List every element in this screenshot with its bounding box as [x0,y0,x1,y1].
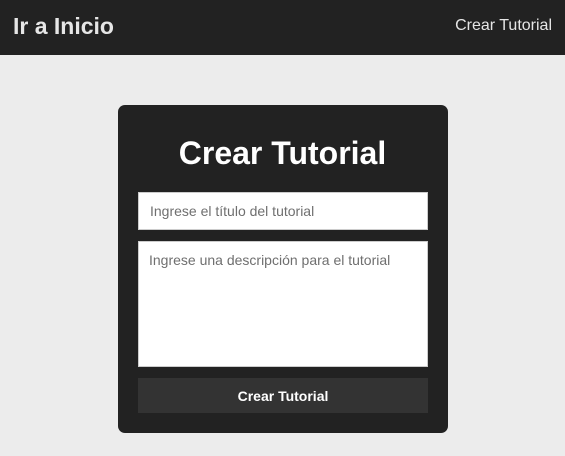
tutorial-title-input[interactable] [138,192,428,230]
tutorial-description-textarea[interactable] [138,241,428,367]
create-tutorial-nav-link[interactable]: Crear Tutorial [455,16,552,36]
create-tutorial-button[interactable]: Crear Tutorial [138,378,428,413]
form-title: Crear Tutorial [178,135,387,171]
home-link[interactable]: Ir a Inicio [13,12,114,40]
navbar: Ir a Inicio Crear Tutorial [0,0,565,55]
